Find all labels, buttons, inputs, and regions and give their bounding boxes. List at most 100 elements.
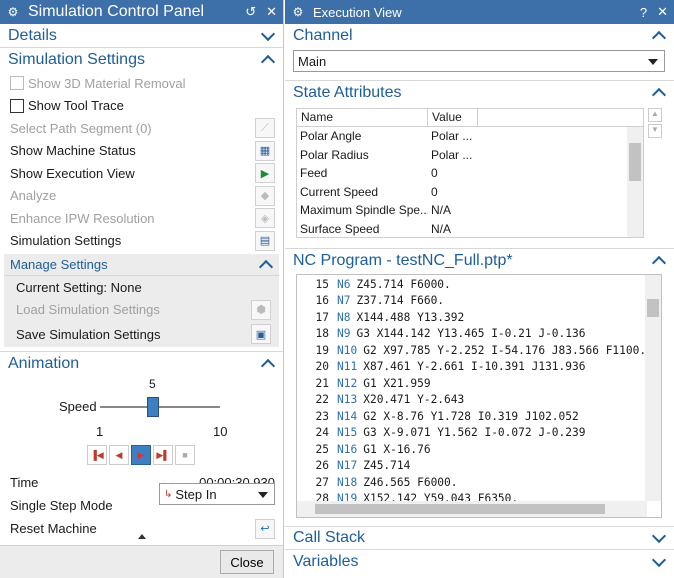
code-text: G2 X-8.76 Y1.728 I0.319 J102.052 xyxy=(363,409,579,423)
channel-header[interactable]: Channel xyxy=(285,24,674,48)
chevron-up-icon[interactable] xyxy=(652,86,666,100)
code-line[interactable]: 24 N15 G3 X-9.071 Y1.562 I-0.072 J-0.239 xyxy=(297,425,661,442)
code-line[interactable]: 18 N9 G3 X144.142 Y13.465 I-0.21 J-0.136 xyxy=(297,326,661,343)
state-table-scrollbar[interactable] xyxy=(627,127,643,237)
state-attributes-title: State Attributes xyxy=(293,83,402,101)
reset-machine-icon[interactable]: ↩ xyxy=(255,518,275,539)
single-step-value: Step In xyxy=(175,486,217,502)
line-number: 15 xyxy=(315,277,329,291)
analyze-icon[interactable]: ◆ xyxy=(255,185,275,206)
details-title: Details xyxy=(8,26,57,44)
animation-header[interactable]: Animation xyxy=(0,351,283,375)
go-to-end-icon[interactable]: ▶▌ xyxy=(153,445,173,465)
code-line[interactable]: 23 N14 G2 X-8.76 Y1.728 I0.319 J102.052 xyxy=(297,408,661,425)
help-icon[interactable]: ? xyxy=(640,5,647,20)
path-segment-icon[interactable]: ⟋ xyxy=(255,118,275,139)
nc-program-header[interactable]: NC Program - testNC_Full.ptp* xyxy=(285,248,674,272)
column-name-header[interactable]: Name xyxy=(297,109,428,126)
channel-dropdown[interactable]: Main xyxy=(293,50,665,72)
execution-view-icon[interactable]: ▶ xyxy=(255,163,275,184)
manage-settings-header[interactable]: Manage Settings xyxy=(4,254,279,276)
move-down-icon[interactable]: ▼ xyxy=(648,124,662,138)
reset-dialog-icon[interactable]: ↺ xyxy=(245,4,256,20)
chevron-up-icon[interactable] xyxy=(652,254,666,268)
table-row[interactable]: Polar Radius Polar ... xyxy=(297,146,643,165)
nc-program-code[interactable]: 15 N6 Z45.714 F6000. 16 N7 Z37.714 F660. 17 N8 X… xyxy=(296,274,662,518)
speed-slider-track[interactable] xyxy=(100,406,220,408)
code-line[interactable]: 20 N11 X87.461 Y-2.661 I-10.391 J131.936 xyxy=(297,359,661,376)
code-line[interactable]: 15 N6 Z45.714 F6000. xyxy=(297,276,661,293)
line-number: 18 xyxy=(315,327,329,341)
close-icon[interactable]: ✕ xyxy=(266,4,277,20)
show-execution-view-row: Show Execution View ▶ xyxy=(0,162,283,185)
save-settings-icon[interactable]: ▣ xyxy=(251,324,271,344)
scroll-thumb[interactable] xyxy=(647,299,659,317)
left-titlebar: ⚙ Simulation Control Panel ↺ ✕ xyxy=(0,0,283,24)
go-to-start-icon[interactable]: ▐◀ xyxy=(87,445,107,465)
reset-machine-label: Reset Machine xyxy=(10,521,97,537)
save-simulation-settings-row: Save Simulation Settings ▣ xyxy=(4,321,279,347)
channel-title: Channel xyxy=(293,27,353,44)
code-line[interactable]: 27 N18 Z46.565 F6000. xyxy=(297,474,661,491)
chevron-up-icon[interactable] xyxy=(259,258,273,272)
step-in-icon: ↳ xyxy=(164,488,173,500)
block-number: N16 xyxy=(337,442,358,456)
code-line[interactable]: 26 N17 Z45.714 xyxy=(297,458,661,475)
enhance-ipw-icon[interactable]: ◈ xyxy=(255,208,275,229)
column-value-header[interactable]: Value xyxy=(428,109,478,126)
line-number: 19 xyxy=(315,343,329,357)
chevron-down-icon[interactable] xyxy=(652,531,666,545)
table-row[interactable]: Current Speed 0 xyxy=(297,183,643,202)
move-up-icon[interactable]: ▲ xyxy=(648,108,662,122)
state-attributes-header[interactable]: State Attributes xyxy=(285,80,674,104)
code-horizontal-scrollbar[interactable] xyxy=(297,501,647,517)
code-line[interactable]: 21 N12 G1 X21.959 xyxy=(297,375,661,392)
load-settings-icon[interactable]: ⬢ xyxy=(251,299,271,320)
table-row[interactable]: Feed 0 xyxy=(297,164,643,183)
line-number: 23 xyxy=(315,409,329,423)
code-line[interactable]: 17 N8 X144.488 Y13.392 xyxy=(297,309,661,326)
chevron-down-icon[interactable] xyxy=(261,29,275,43)
table-row[interactable]: Surface Speed N/A xyxy=(297,220,643,238)
speed-min: 1 xyxy=(96,424,104,439)
line-number: 22 xyxy=(315,393,329,407)
table-row[interactable]: Polar Angle Polar ... xyxy=(297,127,643,146)
close-button[interactable]: Close xyxy=(220,550,274,574)
machine-status-icon[interactable]: ▦ xyxy=(255,140,275,161)
code-text: G1 X-16.76 xyxy=(363,442,431,456)
call-stack-header[interactable]: Call Stack xyxy=(285,526,674,550)
variables-header[interactable]: Variables xyxy=(285,550,674,574)
show-machine-status-label: Show Machine Status xyxy=(10,143,136,159)
show-tool-trace-checkbox[interactable] xyxy=(10,98,24,113)
select-path-segment-row: Select Path Segment (0) ⟋ xyxy=(0,117,283,140)
details-header[interactable]: Details xyxy=(0,24,283,48)
block-number: N7 xyxy=(337,294,351,308)
single-step-dropdown[interactable]: ↳ Step In xyxy=(159,483,275,505)
show-3d-material-removal-checkbox[interactable] xyxy=(10,76,24,91)
chevron-up-icon[interactable] xyxy=(652,29,666,43)
simulation-settings-header[interactable]: Simulation Settings xyxy=(0,48,283,72)
code-line[interactable]: 22 N13 X20.471 Y-2.643 xyxy=(297,392,661,409)
code-vertical-scrollbar[interactable] xyxy=(645,275,661,501)
table-row[interactable]: Maximum Spindle Spe... N/A xyxy=(297,201,643,220)
code-line[interactable]: 19 N10 G2 X97.785 Y-2.252 I-54.176 J83.566… xyxy=(297,342,661,359)
code-line[interactable]: 16 N7 Z37.714 F660. xyxy=(297,293,661,310)
analyze-row: Analyze ◆ xyxy=(0,185,283,208)
play-icon[interactable]: ▶ xyxy=(131,445,151,465)
simulation-settings-icon[interactable]: ▤ xyxy=(255,230,275,251)
chevron-up-icon[interactable] xyxy=(261,53,275,67)
chevron-up-icon[interactable] xyxy=(261,357,275,371)
close-icon[interactable]: ✕ xyxy=(657,4,668,20)
collapse-up-icon[interactable] xyxy=(138,534,146,539)
speed-max: 10 xyxy=(213,424,228,439)
scroll-thumb[interactable] xyxy=(629,143,641,181)
code-text: X87.461 Y-2.661 I-10.391 J131.936 xyxy=(363,360,586,374)
scroll-thumb[interactable] xyxy=(315,504,605,514)
block-number: N8 xyxy=(337,310,351,324)
speed-slider-thumb[interactable] xyxy=(147,397,159,417)
code-line[interactable]: 25 N16 G1 X-16.76 xyxy=(297,441,661,458)
step-back-icon[interactable]: ◀ xyxy=(109,445,129,465)
chevron-down-icon[interactable] xyxy=(652,555,666,569)
line-number: 21 xyxy=(315,376,329,390)
stop-icon[interactable]: ■ xyxy=(175,445,195,465)
